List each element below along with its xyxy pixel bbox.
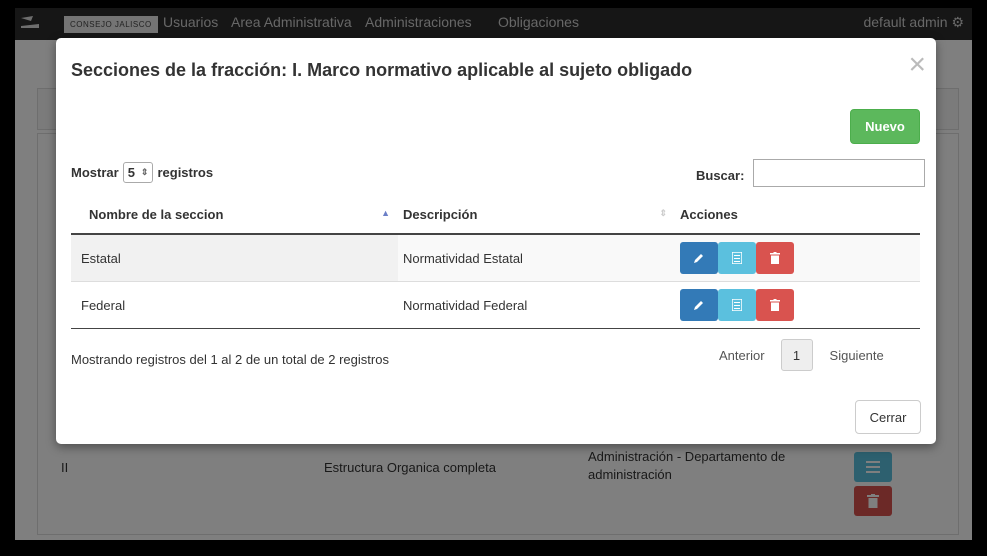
trash-icon bbox=[770, 299, 780, 311]
delete-button[interactable] bbox=[756, 289, 794, 321]
table-row: Estatal Normatividad Estatal bbox=[71, 234, 920, 282]
sort-both-icon: ⇕ bbox=[659, 208, 667, 218]
sort-asc-icon: ▲ bbox=[381, 208, 390, 218]
pagination-previous[interactable]: Anterior bbox=[719, 348, 765, 363]
column-header-actions: Acciones bbox=[675, 195, 920, 235]
edit-button[interactable] bbox=[680, 289, 718, 321]
row-name: Federal bbox=[71, 281, 398, 329]
app-window: CONSEJO JALISCO Usuarios Area Administra… bbox=[15, 8, 972, 540]
list-icon bbox=[732, 252, 742, 264]
view-button[interactable] bbox=[718, 242, 756, 274]
table-row: Federal Normatividad Federal bbox=[71, 281, 920, 329]
pagination: Anterior 1 Siguiente bbox=[719, 339, 884, 371]
page-length-value: 5 bbox=[127, 165, 135, 180]
pencil-icon bbox=[694, 301, 703, 310]
column-header-name[interactable]: Nombre de la seccion ▲ bbox=[71, 195, 398, 235]
close-button[interactable]: Cerrar bbox=[855, 400, 921, 434]
column-header-description-label: Descripción bbox=[403, 206, 478, 222]
row-description: Normatividad Estatal bbox=[398, 234, 675, 282]
row-description: Normatividad Federal bbox=[398, 281, 675, 329]
select-arrows-icon: ⇕ bbox=[140, 167, 149, 177]
view-button[interactable] bbox=[718, 289, 756, 321]
row-actions bbox=[675, 281, 920, 329]
sections-table: Nombre de la seccion ▲ Descripción ⇕ Acc… bbox=[71, 195, 920, 329]
column-header-description[interactable]: Descripción ⇕ bbox=[398, 195, 675, 235]
page-length-control: Mostrar 5 ⇕ registros bbox=[71, 162, 213, 183]
new-button[interactable]: Nuevo bbox=[850, 109, 920, 144]
pagination-page[interactable]: 1 bbox=[780, 339, 813, 371]
delete-button[interactable] bbox=[756, 242, 794, 274]
list-icon bbox=[732, 299, 742, 311]
sections-modal: Secciones de la fracción: I. Marco norma… bbox=[56, 38, 936, 444]
search-label: Buscar: bbox=[696, 168, 745, 183]
pencil-icon bbox=[694, 254, 703, 263]
column-header-name-label: Nombre de la seccion bbox=[89, 206, 224, 222]
modal-title: Secciones de la fracción: I. Marco norma… bbox=[71, 60, 693, 80]
close-icon[interactable]: × bbox=[908, 50, 926, 80]
pagination-next[interactable]: Siguiente bbox=[830, 348, 884, 363]
column-header-actions-label: Acciones bbox=[680, 206, 738, 222]
trash-icon bbox=[770, 252, 780, 264]
table-info: Mostrando registros del 1 al 2 de un tot… bbox=[71, 352, 389, 367]
length-prefix: Mostrar bbox=[71, 165, 119, 180]
edit-button[interactable] bbox=[680, 242, 718, 274]
search-input[interactable] bbox=[753, 159, 925, 187]
row-actions bbox=[675, 234, 920, 282]
length-suffix: registros bbox=[157, 165, 214, 180]
page-length-select[interactable]: 5 ⇕ bbox=[122, 162, 154, 183]
row-name: Estatal bbox=[71, 234, 398, 282]
